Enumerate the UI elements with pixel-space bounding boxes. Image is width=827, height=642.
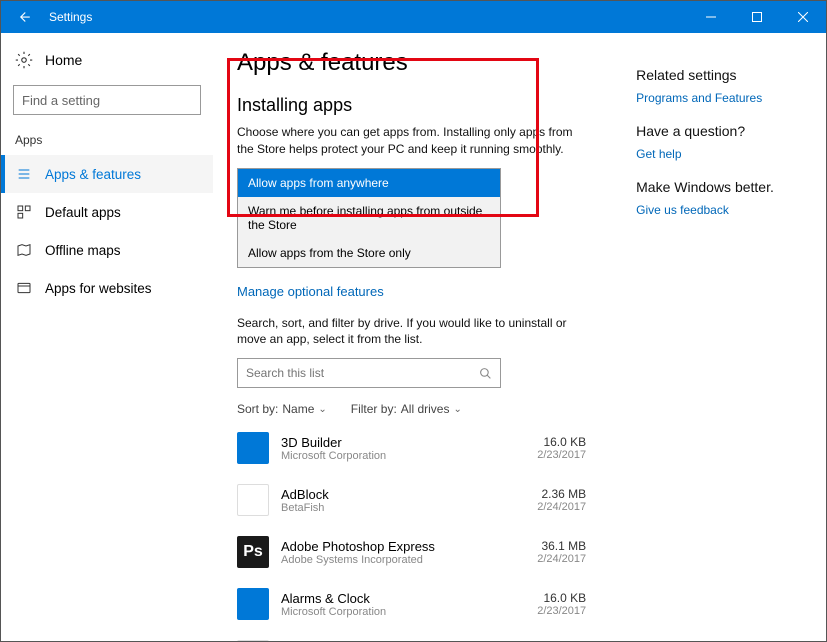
minimize-icon bbox=[706, 12, 716, 22]
list-icon bbox=[15, 165, 33, 183]
app-date: 2/23/2017 bbox=[537, 449, 586, 461]
chevron-down-icon: ⌄ bbox=[318, 404, 326, 415]
get-help-link[interactable]: Get help bbox=[636, 147, 806, 161]
dropdown-option[interactable]: Warn me before installing apps from outs… bbox=[238, 197, 500, 239]
app-list: 3D BuilderMicrosoft Corporation16.0 KB2/… bbox=[237, 422, 586, 641]
app-icon bbox=[237, 432, 269, 464]
arrow-left-icon bbox=[14, 8, 32, 26]
maximize-button[interactable] bbox=[734, 1, 780, 33]
maximize-icon bbox=[752, 12, 762, 22]
list-desc: Search, sort, and filter by drive. If yo… bbox=[237, 315, 586, 349]
page-title: Apps & features bbox=[237, 49, 586, 77]
sidebar-item-label: Default apps bbox=[45, 205, 121, 220]
related-settings-heading: Related settings bbox=[636, 67, 806, 83]
titlebar: Settings bbox=[1, 1, 826, 33]
install-source-dropdown[interactable]: Allow apps from anywhere Warn me before … bbox=[237, 168, 501, 268]
app-size: 36.1 MB bbox=[537, 539, 586, 553]
question-heading: Have a question? bbox=[636, 123, 806, 139]
programs-features-link[interactable]: Programs and Features bbox=[636, 91, 806, 105]
app-icon bbox=[237, 588, 269, 620]
sidebar-item-apps-features[interactable]: Apps & features bbox=[1, 155, 213, 193]
websites-icon bbox=[15, 279, 33, 297]
better-heading: Make Windows better. bbox=[636, 179, 806, 195]
manage-optional-features-link[interactable]: Manage optional features bbox=[237, 284, 586, 299]
app-item[interactable]: 3D BuilderMicrosoft Corporation 16.0 KB2/… bbox=[237, 422, 586, 474]
window-title: Settings bbox=[49, 10, 688, 24]
app-search-input[interactable] bbox=[246, 366, 479, 380]
app-icon: a bbox=[237, 640, 269, 641]
sidebar-item-offline-maps[interactable]: Offline maps bbox=[1, 231, 213, 269]
filter-label: Filter by: bbox=[351, 402, 397, 416]
app-name: AdBlock bbox=[281, 487, 525, 502]
settings-search[interactable] bbox=[13, 85, 201, 115]
app-item[interactable]: AdBlockBetaFish 2.36 MB2/24/2017 bbox=[237, 474, 586, 526]
search-input[interactable] bbox=[22, 93, 198, 108]
app-publisher: BetaFish bbox=[281, 502, 525, 514]
app-name: Adobe Photoshop Express bbox=[281, 539, 525, 554]
installing-apps-desc: Choose where you can get apps from. Inst… bbox=[237, 124, 586, 158]
window-controls bbox=[688, 1, 826, 33]
sort-by-control[interactable]: Sort by: Name ⌄ bbox=[237, 402, 327, 416]
aside: Related settings Programs and Features H… bbox=[636, 49, 806, 641]
defaults-icon bbox=[15, 203, 33, 221]
app-date: 2/24/2017 bbox=[537, 501, 586, 513]
sidebar-item-default-apps[interactable]: Default apps bbox=[1, 193, 213, 231]
gear-icon bbox=[15, 51, 33, 69]
app-publisher: Microsoft Corporation bbox=[281, 606, 525, 618]
app-item[interactable]: Ps Adobe Photoshop ExpressAdobe Systems I… bbox=[237, 526, 586, 578]
section-label: Apps bbox=[1, 133, 213, 155]
filter-by-control[interactable]: Filter by: All drives ⌄ bbox=[351, 402, 462, 416]
map-icon bbox=[15, 241, 33, 259]
minimize-button[interactable] bbox=[688, 1, 734, 33]
home-button[interactable]: Home bbox=[1, 45, 213, 75]
app-item[interactable]: Alarms & ClockMicrosoft Corporation 16.0 … bbox=[237, 578, 586, 630]
installing-apps-heading: Installing apps bbox=[237, 95, 586, 116]
sidebar-item-apps-websites[interactable]: Apps for websites bbox=[1, 269, 213, 307]
dropdown-option[interactable]: Allow apps from anywhere bbox=[238, 169, 500, 197]
close-button[interactable] bbox=[780, 1, 826, 33]
back-button[interactable] bbox=[1, 1, 45, 33]
app-size: 16.0 KB bbox=[537, 591, 586, 605]
sidebar-item-label: Apps for websites bbox=[45, 281, 152, 296]
sidebar: Home Apps Apps & features Default apps O… bbox=[1, 33, 213, 641]
app-publisher: Microsoft Corporation bbox=[281, 450, 525, 462]
sort-value: Name bbox=[282, 402, 314, 416]
app-name: Alarms & Clock bbox=[281, 591, 525, 606]
sidebar-item-label: Apps & features bbox=[45, 167, 141, 182]
app-icon bbox=[237, 484, 269, 516]
sidebar-item-label: Offline maps bbox=[45, 243, 121, 258]
app-item[interactable]: aAmazon AssistantAmazon.com764 KB2/24/20… bbox=[237, 630, 586, 641]
dropdown-option[interactable]: Allow apps from the Store only bbox=[238, 239, 500, 267]
feedback-link[interactable]: Give us feedback bbox=[636, 203, 806, 217]
app-date: 2/24/2017 bbox=[537, 553, 586, 565]
sort-label: Sort by: bbox=[237, 402, 278, 416]
home-label: Home bbox=[45, 52, 82, 68]
chevron-down-icon: ⌄ bbox=[453, 404, 461, 415]
app-icon: Ps bbox=[237, 536, 269, 568]
filter-value: All drives bbox=[401, 402, 450, 416]
app-list-search[interactable] bbox=[237, 358, 501, 388]
search-icon bbox=[479, 367, 492, 380]
close-icon bbox=[798, 12, 808, 22]
app-date: 2/23/2017 bbox=[537, 605, 586, 617]
app-publisher: Adobe Systems Incorporated bbox=[281, 554, 525, 566]
app-name: 3D Builder bbox=[281, 435, 525, 450]
main-panel: Apps & features Installing apps Choose w… bbox=[213, 33, 826, 641]
app-size: 16.0 KB bbox=[537, 435, 586, 449]
app-size: 2.36 MB bbox=[537, 487, 586, 501]
